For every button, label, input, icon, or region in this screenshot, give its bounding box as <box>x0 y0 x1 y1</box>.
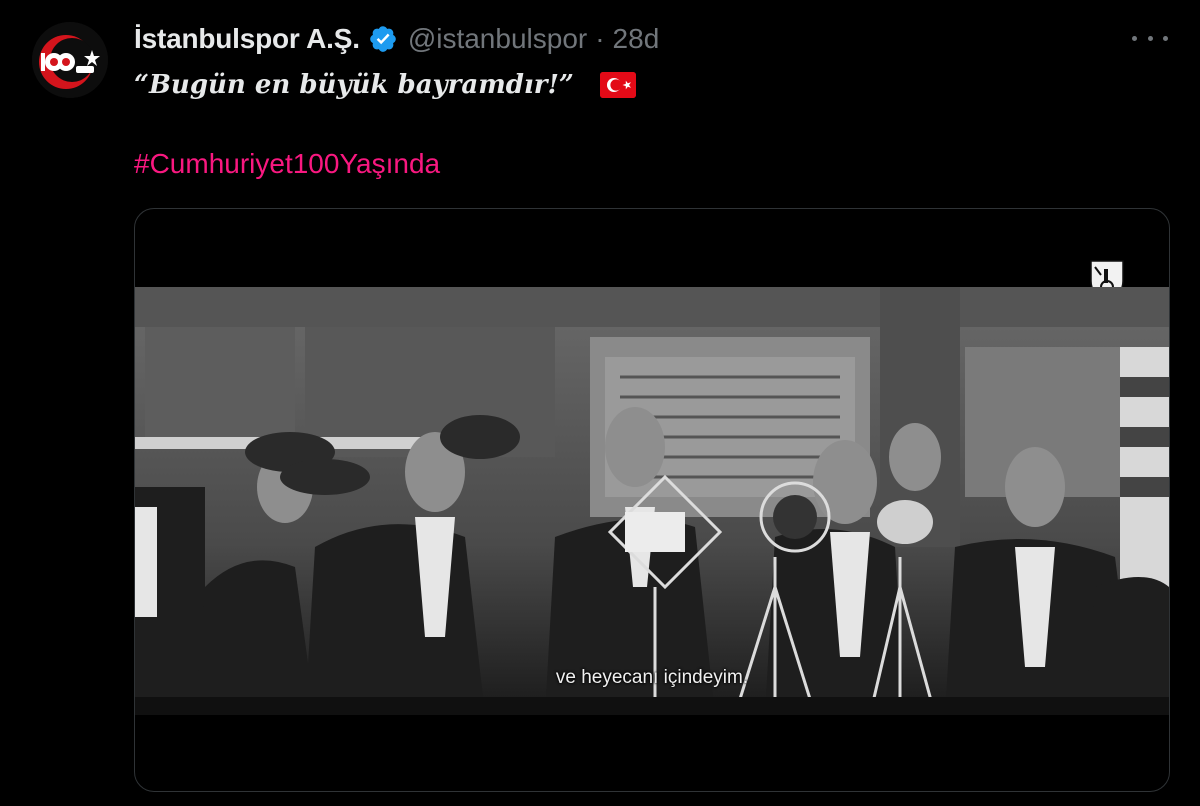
hashtag-link[interactable]: #Cumhuriyet100Yaşında <box>134 148 440 180</box>
video-player[interactable]: ve heyecanı içindeyim. <box>134 208 1170 792</box>
club-logo-icon <box>32 22 108 98</box>
turkey-flag-icon <box>599 72 636 98</box>
separator-dot: · <box>595 23 605 54</box>
video-still-image <box>135 287 1169 715</box>
verified-badge-icon[interactable] <box>368 24 398 54</box>
display-name[interactable]: İstanbulspor A.Ş. <box>134 23 360 55</box>
more-options-icon[interactable] <box>1132 26 1168 50</box>
user-handle[interactable]: @istanbulspor <box>408 23 587 55</box>
tweet-header: İstanbulspor A.Ş. @istanbulspor · 28d <box>134 18 659 60</box>
tweet: İstanbulspor A.Ş. @istanbulspor · 28d “B… <box>0 0 1200 806</box>
tweet-quote: “Bugün en büyük bayramdır!” <box>134 70 574 100</box>
timestamp[interactable]: 28d <box>613 23 660 55</box>
avatar[interactable] <box>32 22 108 98</box>
tweet-text: “Bugün en büyük bayramdır!” <box>134 70 636 100</box>
video-subtitle: ve heyecanı içindeyim. <box>555 667 749 688</box>
video-frame[interactable] <box>135 287 1169 715</box>
